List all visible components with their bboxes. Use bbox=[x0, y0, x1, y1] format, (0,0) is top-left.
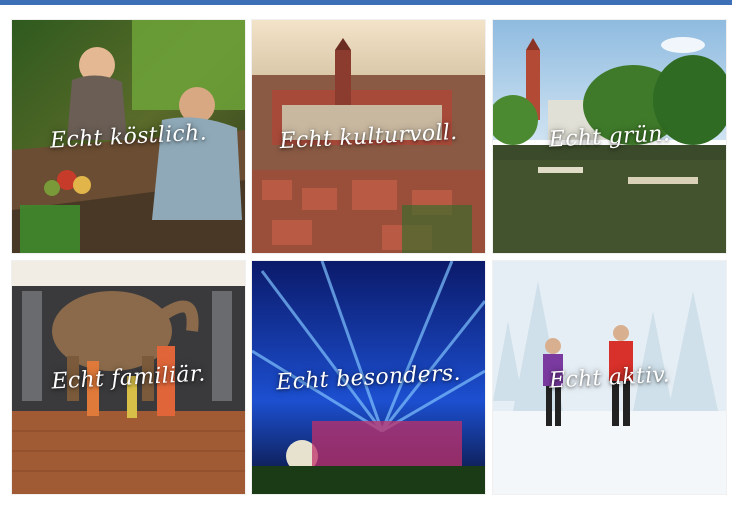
top-accent-bar bbox=[0, 0, 732, 5]
tile-echt-aktiv[interactable]: Echt aktiv. bbox=[493, 261, 726, 494]
tile-echt-gruen[interactable]: Echt grün. bbox=[493, 20, 726, 253]
tile-echt-familiaer[interactable]: Echt familiär. bbox=[12, 261, 245, 494]
tile-echt-besonders[interactable]: Echt besonders. bbox=[252, 261, 485, 494]
tile-echt-koestlich[interactable]: Echt köstlich. bbox=[12, 20, 245, 253]
tile-echt-kulturvoll[interactable]: Echt kulturvoll. bbox=[252, 20, 485, 253]
